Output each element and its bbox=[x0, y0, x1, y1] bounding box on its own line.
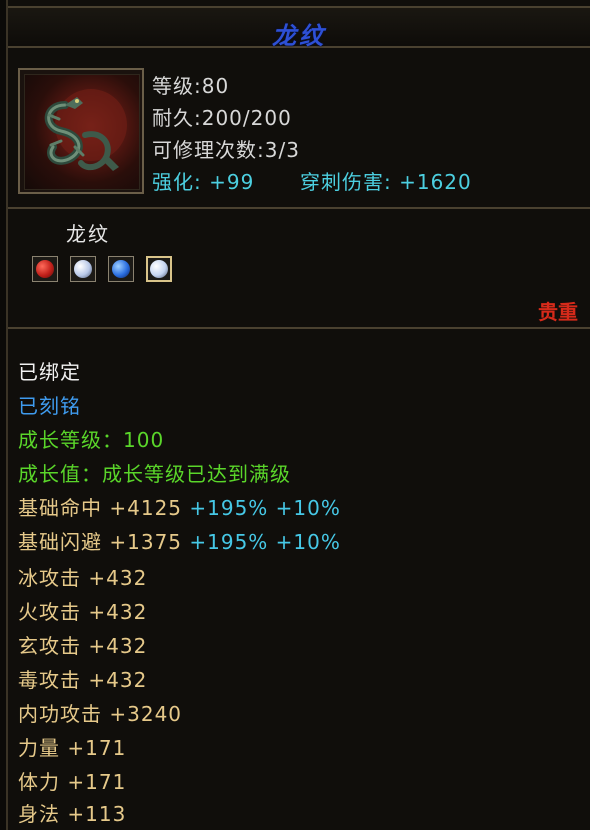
base-hit-value: 基础命中 +4125 bbox=[18, 496, 183, 520]
rarity-label: 贵重 bbox=[538, 300, 578, 324]
durability-stat: 耐久:200/200 bbox=[152, 106, 292, 130]
level-stat: 等级:80 bbox=[152, 74, 230, 98]
item-name: 龙纹 bbox=[66, 222, 110, 246]
base-dodge-value: 基础闪避 +1375 bbox=[18, 530, 183, 554]
agility-stat: 身法 +113 bbox=[18, 802, 127, 826]
item-title: 龙纹 bbox=[272, 22, 326, 50]
item-icon-frame[interactable] bbox=[18, 68, 144, 194]
red-gem-icon[interactable] bbox=[32, 256, 58, 282]
title-bar: 龙纹 bbox=[8, 6, 590, 50]
engraved-status: 已刻铭 bbox=[18, 394, 81, 418]
mystic-attack-stat: 玄攻击 +432 bbox=[18, 634, 148, 658]
gem-orb bbox=[112, 260, 130, 278]
gem-orb bbox=[74, 260, 92, 278]
divider bbox=[8, 207, 590, 209]
growth-value: 成长值：成长等级已达到满级 bbox=[18, 462, 291, 486]
blue-gem-icon[interactable] bbox=[108, 256, 134, 282]
fire-attack-stat: 火攻击 +432 bbox=[18, 600, 148, 624]
base-hit-stat: 基础命中 +4125 +195% +10% bbox=[18, 492, 341, 521]
growth-level: 成长等级：100 bbox=[18, 428, 165, 452]
bound-status: 已绑定 bbox=[18, 360, 81, 384]
base-dodge-bonus: +195% +10% bbox=[189, 530, 341, 554]
base-hit-bonus: +195% +10% bbox=[189, 496, 341, 520]
ice-attack-stat: 冰攻击 +432 bbox=[18, 566, 148, 590]
enhance-stat: 强化: +99 bbox=[152, 170, 255, 194]
divider bbox=[8, 327, 590, 329]
silver-gem-icon[interactable] bbox=[70, 256, 96, 282]
gem-orb bbox=[36, 260, 54, 278]
repair-count-stat: 可修理次数:3/3 bbox=[152, 138, 300, 162]
poison-attack-stat: 毒攻击 +432 bbox=[18, 668, 148, 692]
inner-attack-stat: 内功攻击 +3240 bbox=[18, 702, 183, 726]
strength-stat: 力量 +171 bbox=[18, 736, 127, 760]
gem-orb bbox=[150, 260, 168, 278]
silver-gem-icon[interactable] bbox=[146, 256, 172, 282]
base-dodge-stat: 基础闪避 +1375 +195% +10% bbox=[18, 526, 341, 555]
stamina-stat: 体力 +171 bbox=[18, 770, 127, 794]
dragon-emblem-icon bbox=[24, 74, 140, 190]
pierce-damage-stat: 穿刺伤害: +1620 bbox=[300, 170, 472, 194]
